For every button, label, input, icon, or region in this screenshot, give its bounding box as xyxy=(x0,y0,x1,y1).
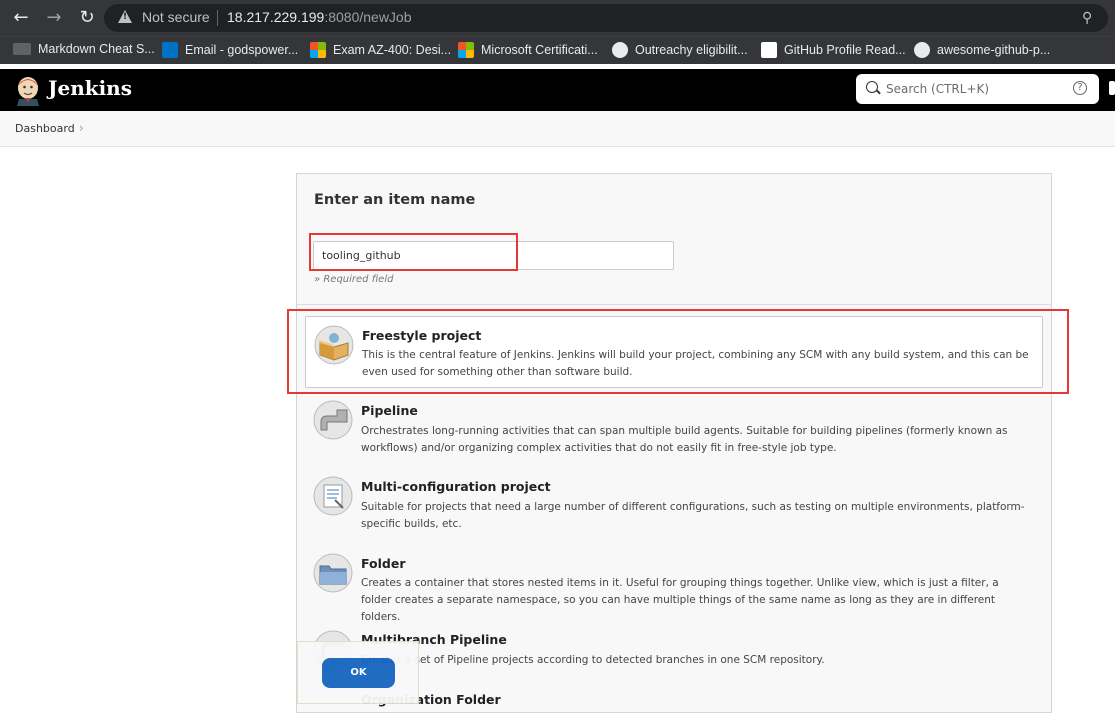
search-icon xyxy=(866,81,878,93)
item-type-multi-configuration[interactable]: Multi-configuration project Suitable for… xyxy=(305,468,1043,540)
ok-button[interactable]: OK xyxy=(322,658,395,688)
item-type-description: Orchestrates long-running activities tha… xyxy=(361,425,1008,454)
bookmark-item[interactable]: Outreachy eligibilit... xyxy=(612,42,748,58)
url-text[interactable]: 18.217.229.199:8080/newJob xyxy=(227,9,412,25)
jenkins-logo-icon[interactable] xyxy=(15,74,41,106)
url-host: 18.217.229.199 xyxy=(227,9,325,25)
bookmark-item[interactable]: awesome-github-p... xyxy=(914,42,1050,58)
item-name-input[interactable] xyxy=(313,241,674,270)
bookmark-item[interactable]: Email - godspower... xyxy=(162,42,298,58)
item-type-name: Folder xyxy=(361,556,406,571)
shield-icon[interactable] xyxy=(1109,81,1115,95)
bookmark-label: Exam AZ-400: Desi... xyxy=(333,43,452,57)
url-separator xyxy=(217,10,218,26)
microsoft-icon xyxy=(310,42,326,58)
markdown-icon xyxy=(13,43,31,55)
multi-configuration-icon xyxy=(313,476,353,516)
breadcrumb-dashboard[interactable]: Dashboard xyxy=(15,122,75,135)
github-icon xyxy=(761,42,777,58)
zoom-icon[interactable]: ⚲ xyxy=(1082,10,1098,26)
url-path: :8080/newJob xyxy=(324,9,412,25)
jenkins-title[interactable]: Jenkins xyxy=(48,76,132,100)
page-title: Enter an item name xyxy=(314,192,476,208)
bookmark-item[interactable]: Microsoft Certificati... xyxy=(458,42,598,58)
browser-toolbar: ← → ↻ Not secure 18.217.229.199:8080/new… xyxy=(0,0,1115,36)
item-type-name: Freestyle project xyxy=(362,328,482,343)
item-type-description: Creates a container that stores nested i… xyxy=(361,577,999,623)
address-bar[interactable]: Not secure 18.217.229.199:8080/newJob ⚲ xyxy=(104,4,1108,32)
item-type-pipeline[interactable]: Pipeline Orchestrates long-running activ… xyxy=(305,392,1043,464)
warning-icon[interactable] xyxy=(118,10,132,23)
help-icon[interactable]: ? xyxy=(1073,81,1087,95)
bookmark-label: GitHub Profile Read... xyxy=(784,43,906,57)
item-type-freestyle[interactable]: Freestyle project This is the central fe… xyxy=(305,316,1043,388)
bookmark-item[interactable]: Markdown Cheat S... xyxy=(13,42,155,56)
search-box[interactable]: ? xyxy=(856,74,1099,104)
bookmark-item[interactable]: Exam AZ-400: Desi... xyxy=(310,42,451,58)
pipeline-icon xyxy=(313,400,353,440)
forward-arrow-icon[interactable]: → xyxy=(43,7,65,29)
item-type-description: Suitable for projects that need a large … xyxy=(361,501,1025,530)
item-type-folder[interactable]: Folder Creates a container that stores n… xyxy=(305,545,1043,623)
globe-icon xyxy=(914,42,930,58)
bookmarks-bar: Markdown Cheat S... Email - godspower...… xyxy=(0,36,1115,64)
outlook-icon xyxy=(162,42,178,58)
bookmark-label: Markdown Cheat S... xyxy=(38,42,155,56)
back-arrow-icon[interactable]: ← xyxy=(10,7,32,29)
breadcrumb: Dashboard › xyxy=(0,111,1115,147)
microsoft-icon xyxy=(458,42,474,58)
freestyle-box-icon xyxy=(314,325,354,365)
reload-icon[interactable]: ↻ xyxy=(76,7,98,29)
new-item-panel: Enter an item name » Required field Free… xyxy=(296,173,1052,713)
search-input[interactable] xyxy=(886,79,1066,99)
ok-button-bar: OK xyxy=(297,641,419,704)
item-type-name: Multi-configuration project xyxy=(361,479,551,494)
divider xyxy=(297,304,1051,305)
jenkins-header: Jenkins ? xyxy=(0,69,1115,111)
folder-icon xyxy=(313,553,353,593)
globe-icon xyxy=(612,42,628,58)
bookmark-label: Microsoft Certificati... xyxy=(481,43,598,57)
item-type-description: Creates a set of Pipeline projects accor… xyxy=(361,654,825,666)
chevron-right-icon[interactable]: › xyxy=(79,121,84,135)
bookmark-label: awesome-github-p... xyxy=(937,43,1051,57)
required-field-note: » Required field xyxy=(314,274,394,285)
bookmark-item[interactable]: GitHub Profile Read... xyxy=(761,42,906,58)
bookmark-label: Outreachy eligibilit... xyxy=(635,43,748,57)
security-label[interactable]: Not secure xyxy=(142,9,210,25)
bookmark-label: Email - godspower... xyxy=(185,43,299,57)
item-type-description: This is the central feature of Jenkins. … xyxy=(362,349,1029,378)
item-type-name: Pipeline xyxy=(361,403,418,418)
